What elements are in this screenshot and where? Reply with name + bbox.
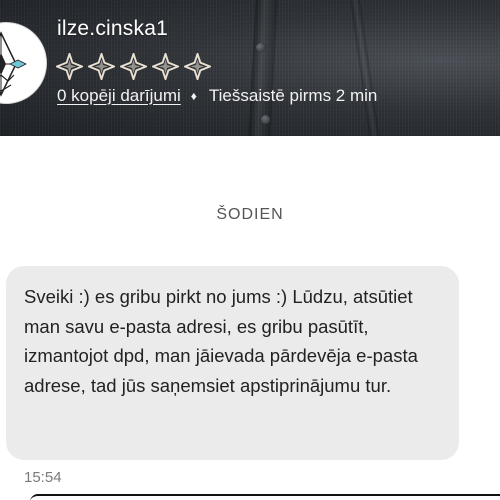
shirt-button <box>256 43 265 52</box>
shirt-button <box>261 115 270 124</box>
avatar-logo-icon <box>0 31 27 97</box>
star-outline-icon <box>120 53 147 80</box>
transactions-link[interactable]: 0 kopēji darījumi <box>57 86 181 106</box>
next-message-edge <box>30 494 500 500</box>
profile-meta: 0 kopēji darījumi ♦ Tiešsaistē pirms 2 m… <box>57 86 377 106</box>
message-bubble[interactable]: Sveiki :) es gribu pirkt no jums :) Lūdz… <box>6 266 459 460</box>
avatar[interactable] <box>0 22 47 104</box>
star-outline-icon <box>56 53 83 80</box>
profile-header: ilze.cinska1 0 kopēji darījumi ♦ Tiešsai… <box>0 0 500 136</box>
diamond-separator-icon: ♦ <box>190 89 197 103</box>
message-text: Sveiki :) es gribu pirkt no jums :) Lūdz… <box>24 286 418 396</box>
star-outline-icon <box>152 53 179 80</box>
rating-stars <box>56 53 211 80</box>
online-status: Tiešsaistē pirms 2 min <box>208 86 378 105</box>
date-divider: ŠODIEN <box>216 206 284 223</box>
star-outline-icon <box>88 53 115 80</box>
star-outline-icon <box>184 53 211 80</box>
username[interactable]: ilze.cinska1 <box>57 17 168 41</box>
message-time: 15:54 <box>24 469 62 486</box>
shirt-seam <box>348 0 382 136</box>
